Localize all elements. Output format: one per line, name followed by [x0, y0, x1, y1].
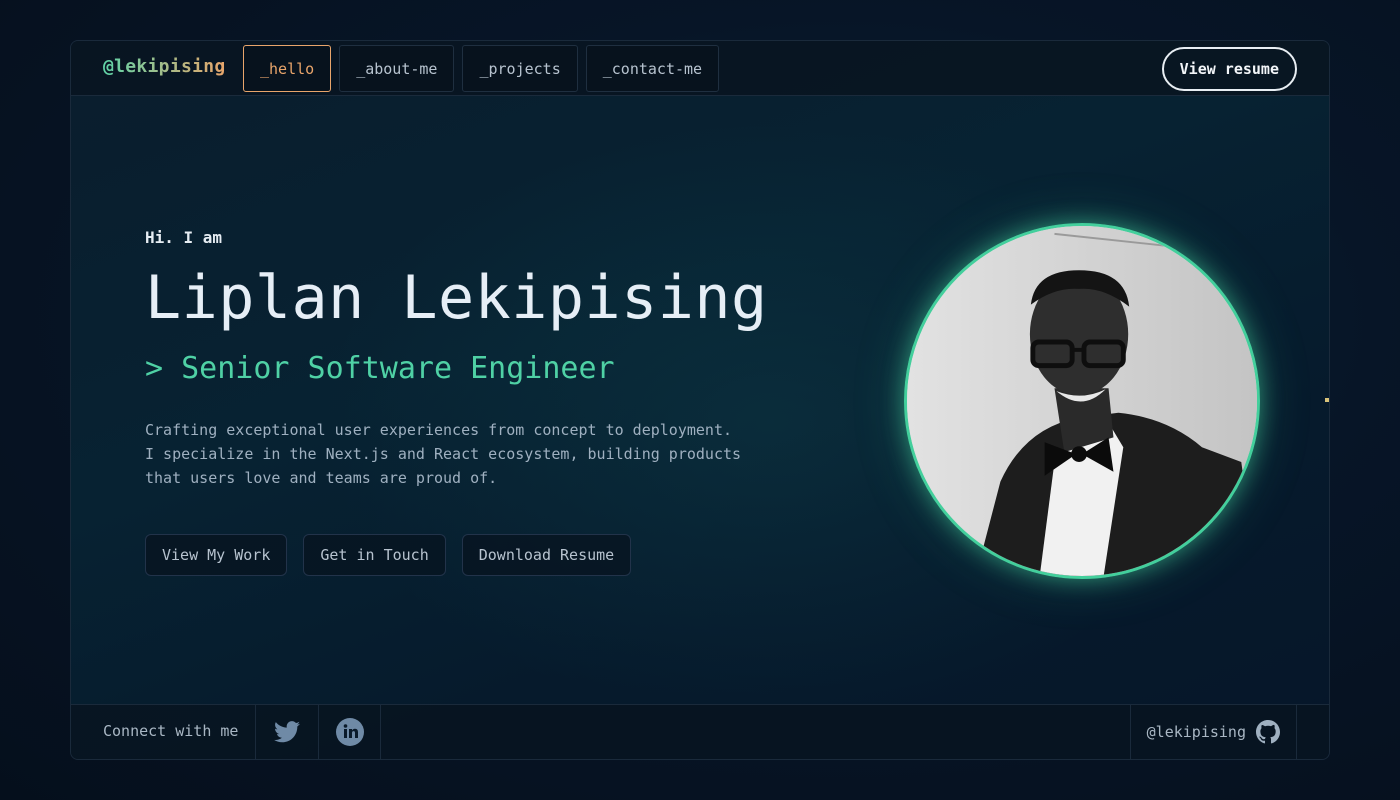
profile-photo-illustration: [907, 226, 1257, 576]
connect-label: Connect with me: [103, 722, 239, 740]
app-frame: @lekipising _hello _about-me _projects _…: [70, 40, 1330, 760]
hero-description: Crafting exceptional user experiences fr…: [145, 418, 805, 490]
github-handle: @lekipising: [1146, 723, 1246, 741]
twitter-link[interactable]: [255, 705, 318, 759]
description-line: that users love and teams are proud of.: [145, 469, 498, 487]
linkedin-link[interactable]: [318, 705, 381, 759]
hero-name: Liplan Lekipising: [145, 263, 768, 333]
get-in-touch-button[interactable]: Get in Touch: [303, 534, 446, 576]
footer-bar: Connect with me @lekipising: [71, 704, 1329, 759]
tab-about-me[interactable]: _about-me: [339, 45, 455, 92]
description-line: Crafting exceptional user experiences fr…: [145, 421, 732, 439]
linkedin-icon: [335, 718, 364, 746]
top-nav: @lekipising _hello _about-me _projects _…: [71, 41, 1329, 96]
view-my-work-button[interactable]: View My Work: [145, 534, 288, 576]
hero-actions: View My Work Get in Touch Download Resum…: [145, 534, 632, 576]
hero-role: > Senior Software Engineer: [145, 351, 615, 386]
github-icon: [1256, 720, 1280, 744]
site-logo[interactable]: @lekipising: [103, 56, 226, 77]
view-resume-button[interactable]: View resume: [1161, 47, 1297, 91]
profile-photo: [904, 223, 1260, 579]
hero-greeting: Hi. I am: [145, 228, 223, 247]
description-line: I specialize in the Next.js and React ec…: [145, 445, 742, 463]
github-link[interactable]: @lekipising: [1129, 705, 1297, 759]
tab-projects[interactable]: _projects: [462, 45, 578, 92]
side-indicator: [1325, 398, 1329, 402]
nav-tabs: _hello _about-me _projects _contact-me: [243, 45, 720, 92]
download-resume-button[interactable]: Download Resume: [461, 534, 632, 576]
tab-contact-me[interactable]: _contact-me: [585, 45, 720, 92]
twitter-icon: [274, 721, 300, 743]
tab-hello[interactable]: _hello: [243, 45, 332, 92]
